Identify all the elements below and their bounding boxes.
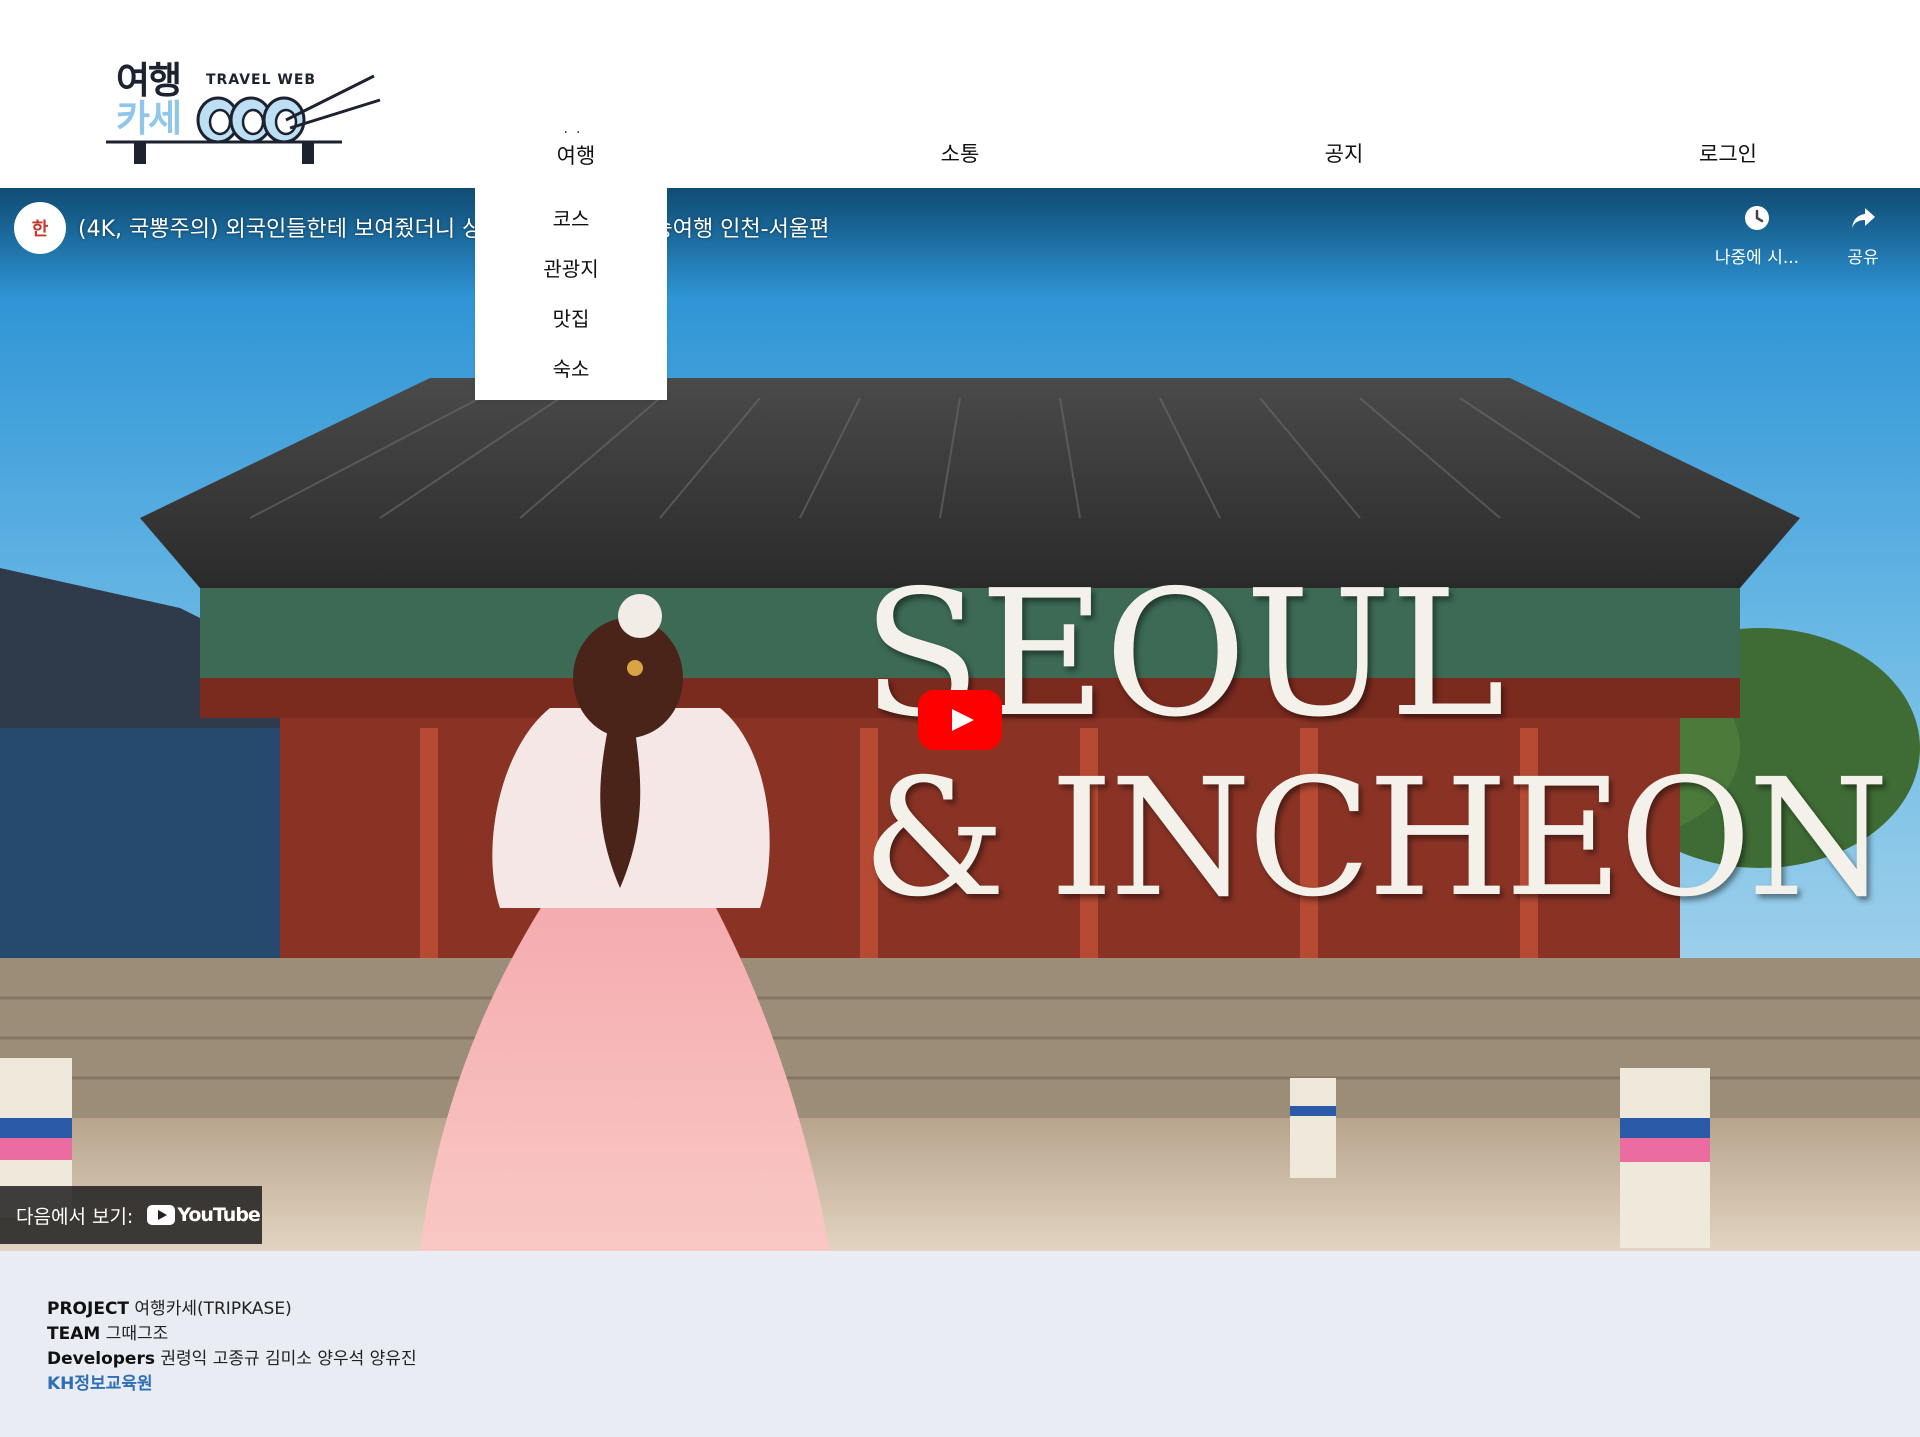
youtube-logo: YouTube [147,1204,261,1226]
footer-developers-line: Developers 권령익 고종규 김미소 양우석 양유진 [47,1347,417,1372]
nav-item-travel[interactable]: ·· 여행 [556,126,596,170]
thumbnail-title-line2: & INCHEON [862,745,1889,933]
logo-title-line1: 여행 [116,59,182,102]
clock-icon [1745,206,1769,230]
nav-item-label: 공지 [1324,142,1364,166]
play-button[interactable] [918,690,1002,750]
video-title[interactable]: (4K, 국뽕주의) 외국인들한테 보여줬더니 상 | 한국관광공사 환승여행 … [78,211,829,243]
site-logo[interactable]: 여행 카세 TRAVEL WEB [106,62,386,166]
youtube-wordmark: YouTube [177,1204,260,1226]
footer-team-value: 그때그조 [105,1324,169,1344]
watch-on-label: 다음에서 보기: [16,1205,134,1228]
youtube-video-embed[interactable]: SEOUL & INCHEON 한 (4K, 국뽕주의) 외국인들한테 보여줬더… [0,188,1920,1251]
footer-developers-value: 권령익 고종규 김미소 양우석 양유진 [160,1349,417,1369]
footer-project-line: PROJECT 여행카세(TRIPKASE) [47,1297,417,1322]
footer-team-label: TEAM [47,1324,101,1344]
watch-later-button[interactable]: 나중에 시... [1702,204,1812,268]
main-nav: ·· 여행 소통 공지 로그인 [420,0,1920,188]
nav-item-notice[interactable]: 공지 [1325,138,1364,168]
footer-team-line: TEAM 그때그조 [47,1322,417,1347]
video-top-bar [0,188,1920,298]
site-footer: PROJECT 여행카세(TRIPKASE) TEAM 그때그조 Develop… [0,1251,1920,1437]
logo-title-line2: 카세 [116,97,182,140]
nav-item-label: 로그인 [1699,142,1757,166]
share-arrow-icon [1852,208,1875,228]
dropdown-item-attractions[interactable]: 관광지 [475,244,667,294]
dropdown-item-accommodation[interactable]: 숙소 [475,344,667,394]
nav-item-label: 소통 [940,142,980,166]
watch-later-label: 나중에 시... [1714,248,1800,268]
footer-developers-label: Developers [47,1349,155,1369]
footer-project-value: 여행카세(TRIPKASE) [134,1299,292,1319]
dropdown-item-restaurants[interactable]: 맛집 [475,294,667,344]
active-indicator-dots: ·· [563,125,589,141]
logo-subtitle: TRAVEL WEB [206,72,317,88]
footer-org-link[interactable]: KH정보교육원 [47,1372,417,1397]
watch-on-youtube-button[interactable]: 다음에서 보기: YouTube [0,1186,262,1244]
channel-avatar[interactable]: 한 [14,202,66,254]
dropdown-item-course[interactable]: 코스 [475,194,667,244]
nav-item-login[interactable]: 로그인 [1699,138,1757,168]
footer-info: PROJECT 여행카세(TRIPKASE) TEAM 그때그조 Develop… [47,1297,417,1397]
footer-project-label: PROJECT [47,1299,130,1319]
share-button[interactable]: 공유 [1828,204,1898,268]
youtube-icon [147,1205,176,1225]
share-label: 공유 [1847,248,1879,268]
nav-item-label: 여행 [556,144,596,168]
site-header: 여행 카세 TRAVEL WEB ·· 여행 소통 공지 로그인 [0,0,1920,188]
logo-wordmark: 여행 카세 [116,59,182,140]
travel-dropdown-menu: 코스 관광지 맛집 숙소 [475,188,667,400]
nav-item-community[interactable]: 소통 [941,138,980,168]
